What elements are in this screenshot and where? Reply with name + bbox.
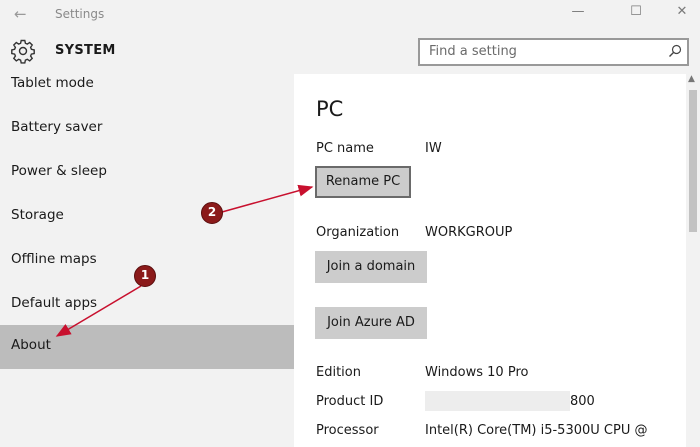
pc-name-label: PC name bbox=[316, 141, 374, 156]
sidebar-item-label: Tablet mode bbox=[11, 75, 94, 91]
main-content: PC PC name IW Rename PC Organization WOR… bbox=[294, 74, 686, 447]
sidebar-item-label: Default apps bbox=[11, 295, 98, 311]
sidebar: Tablet mode Battery saver Power & sleep … bbox=[0, 74, 294, 447]
sidebar-item-storage[interactable]: Storage bbox=[0, 195, 294, 239]
annotation-marker-2: 2 bbox=[201, 202, 223, 224]
sidebar-item-default-apps[interactable]: Default apps bbox=[0, 283, 294, 327]
sidebar-item-battery-saver[interactable]: Battery saver bbox=[0, 107, 294, 151]
scrollbar-thumb[interactable] bbox=[689, 90, 697, 232]
title-bar: ← Settings — ☐ ✕ bbox=[0, 0, 700, 30]
close-icon[interactable]: ✕ bbox=[667, 4, 697, 19]
maximize-icon[interactable]: ☐ bbox=[621, 4, 651, 19]
scrollbar[interactable]: ▲ bbox=[686, 74, 700, 447]
edition-value: Windows 10 Pro bbox=[425, 365, 529, 380]
product-id-label: Product ID bbox=[316, 394, 384, 409]
join-domain-button[interactable]: Join a domain bbox=[315, 251, 427, 283]
page-title: SYSTEM bbox=[55, 43, 116, 58]
sidebar-item-about[interactable]: About bbox=[0, 325, 294, 369]
organization-value: WORKGROUP bbox=[425, 225, 513, 240]
sidebar-item-label: Power & sleep bbox=[11, 163, 107, 179]
edition-label: Edition bbox=[316, 365, 361, 380]
redacted-product-id bbox=[425, 391, 570, 411]
processor-label: Processor bbox=[316, 423, 379, 438]
processor-value: Intel(R) Core(TM) i5-5300U CPU @ bbox=[425, 423, 648, 438]
sidebar-item-label: Battery saver bbox=[11, 119, 103, 135]
sidebar-item-tablet-mode[interactable]: Tablet mode bbox=[0, 63, 294, 107]
sidebar-item-power-sleep[interactable]: Power & sleep bbox=[0, 151, 294, 195]
search-icon[interactable] bbox=[667, 43, 683, 59]
search-placeholder: Find a setting bbox=[429, 44, 517, 59]
minimize-icon[interactable]: — bbox=[563, 4, 593, 19]
join-azure-ad-button[interactable]: Join Azure AD bbox=[315, 307, 427, 339]
search-input[interactable]: Find a setting bbox=[418, 38, 689, 66]
sidebar-item-label: Storage bbox=[11, 207, 64, 223]
sidebar-item-label: About bbox=[11, 337, 51, 353]
scroll-up-arrow-icon[interactable]: ▲ bbox=[688, 74, 695, 84]
organization-label: Organization bbox=[316, 225, 400, 240]
back-arrow-icon[interactable]: ← bbox=[14, 5, 27, 23]
gear-icon bbox=[11, 39, 35, 64]
product-id-value: 800 bbox=[570, 394, 595, 409]
window-title: Settings bbox=[55, 7, 105, 21]
sidebar-item-label: Offline maps bbox=[11, 251, 97, 267]
pc-name-value: IW bbox=[425, 141, 442, 156]
rename-pc-button[interactable]: Rename PC bbox=[315, 166, 411, 198]
annotation-marker-1: 1 bbox=[134, 265, 156, 287]
section-heading: PC bbox=[316, 97, 344, 121]
